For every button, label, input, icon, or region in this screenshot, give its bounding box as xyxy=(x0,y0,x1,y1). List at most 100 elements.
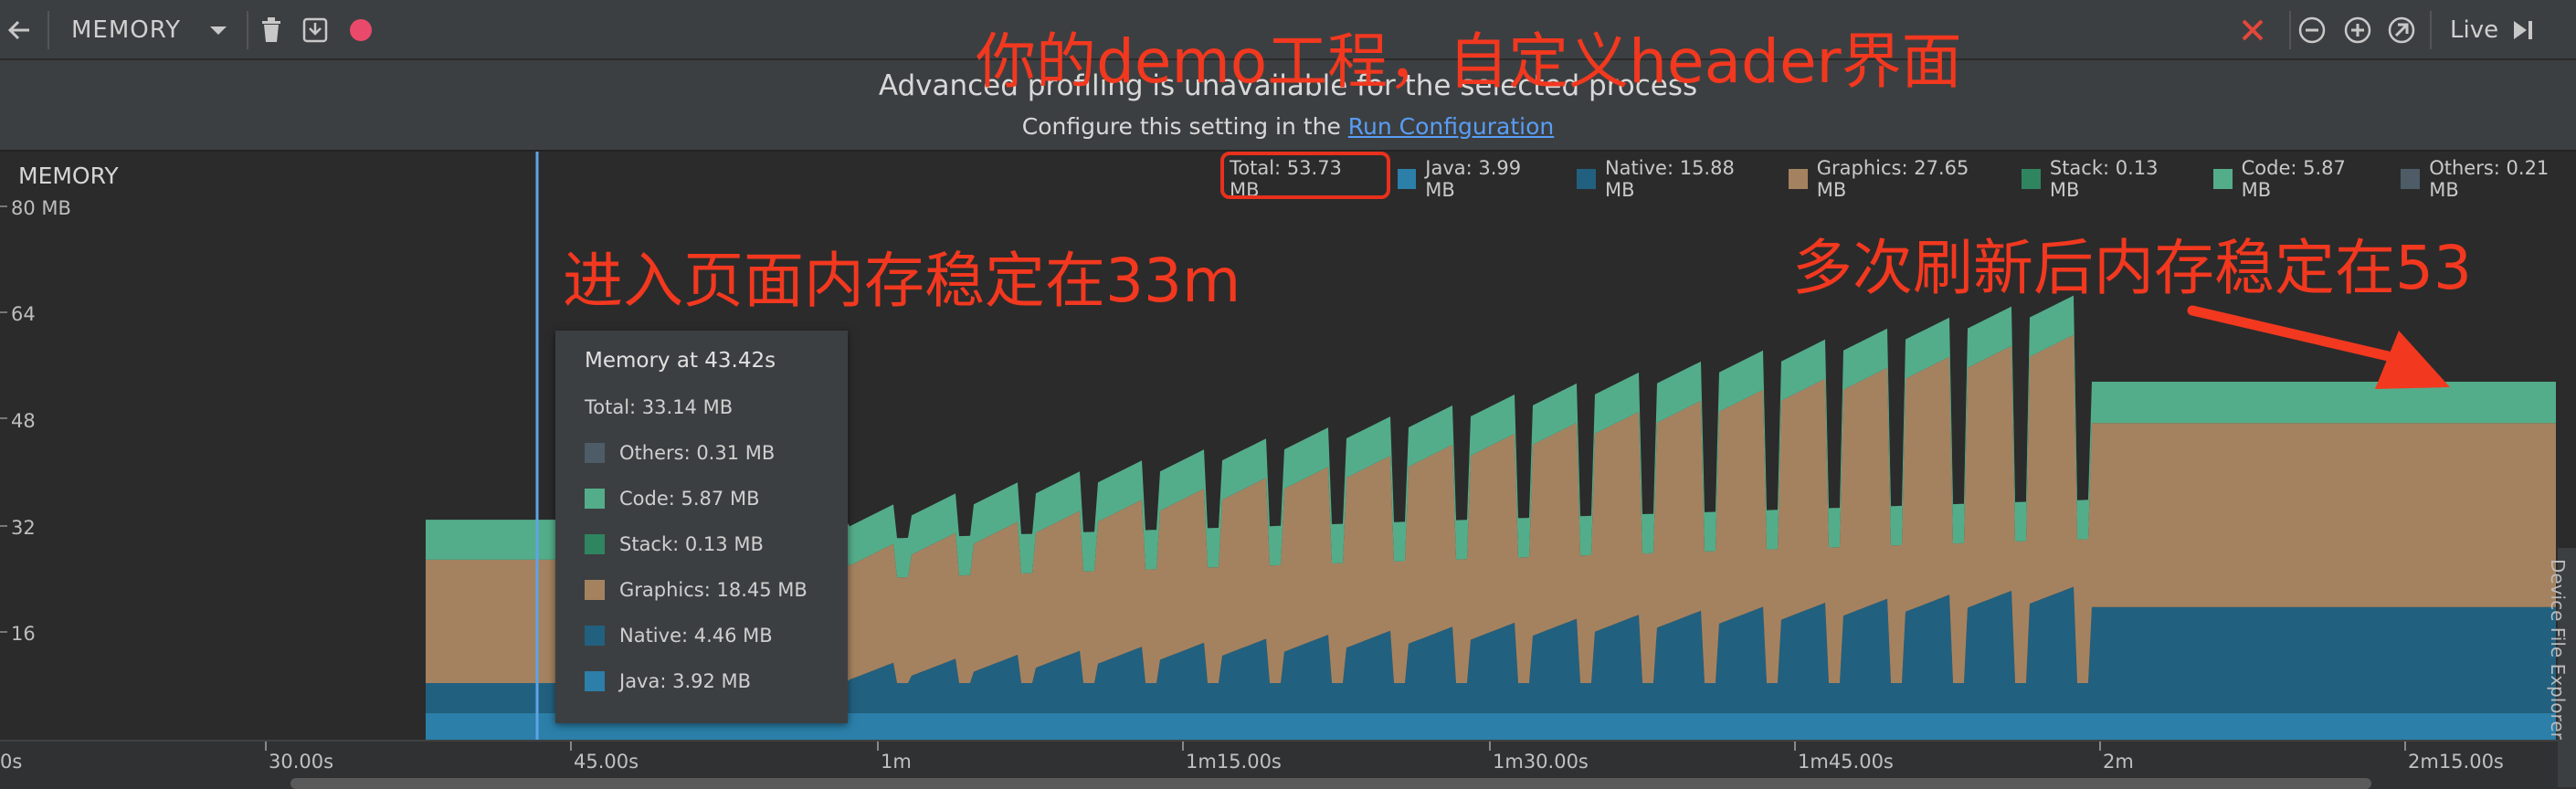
graphics-swatch xyxy=(1788,169,1808,189)
configure-prefix: Configure this setting in the xyxy=(1021,113,1348,140)
toolbar-divider xyxy=(2430,11,2432,49)
zoom-out-icon xyxy=(2298,16,2326,44)
x-tick-label: 1m45.00s xyxy=(1798,751,1894,773)
x-tick-mark xyxy=(1794,742,1796,751)
x-tick-mark xyxy=(2404,742,2406,751)
x-tick-mark xyxy=(2099,742,2101,751)
legend-graphics: Graphics: 27.65 MB xyxy=(1788,157,1994,201)
others-swatch xyxy=(585,443,605,463)
x-tick-label: 2m15.00s xyxy=(2408,751,2504,773)
session-selector[interactable]: MEMORY xyxy=(71,0,181,60)
go-live-button[interactable] xyxy=(2510,0,2536,60)
zoom-in-icon xyxy=(2344,16,2371,44)
tooltip-others-label: Others: 0.31 MB xyxy=(619,442,776,464)
java-swatch xyxy=(585,671,605,691)
x-tick-label: 30.00s xyxy=(269,751,334,773)
legend-stack-label: Stack: 0.13 MB xyxy=(2049,157,2159,201)
live-toggle[interactable]: Live xyxy=(2450,0,2498,60)
x-tick-label: 1m xyxy=(881,751,912,773)
chart-legend: Total: 53.73 MB Java: 3.99 MB Native: 15… xyxy=(1230,157,2576,201)
session-dropdown[interactable] xyxy=(208,0,228,60)
tooltip-total-label: Total: 33.14 MB xyxy=(585,396,734,418)
annotation-refresh: 多次刷新后内存稳定在53 xyxy=(1792,233,2472,303)
tooltip-native: Native: 4.46 MB xyxy=(585,625,773,647)
memory-tooltip: Memory at 43.42s Total: 33.14 MB Others:… xyxy=(555,331,848,723)
trash-icon xyxy=(262,17,280,42)
save-button[interactable] xyxy=(301,0,329,60)
legend-java: Java: 3.99 MB xyxy=(1397,157,1550,201)
play-to-end-icon xyxy=(2514,21,2532,39)
x-tick-label: 1m15.00s xyxy=(1186,751,1282,773)
back-arrow-icon xyxy=(7,20,29,40)
tooltip-code: Code: 5.87 MB xyxy=(585,488,759,510)
y-tick-16: 16 xyxy=(11,623,36,645)
save-icon xyxy=(302,17,328,43)
others-swatch xyxy=(2401,169,2421,189)
legend-native: Native: 15.88 MB xyxy=(1577,157,1761,201)
stack-swatch xyxy=(585,534,605,554)
banner-configure-line: Configure this setting in the Run Config… xyxy=(0,113,2576,140)
reset-zoom-icon xyxy=(2388,16,2415,44)
legend-others: Others: 0.21 MB xyxy=(2401,157,2576,201)
back-button[interactable] xyxy=(5,0,33,60)
tooltip-stack: Stack: 0.13 MB xyxy=(585,533,764,555)
y-tick-48: 48 xyxy=(11,410,36,432)
stop-button[interactable] xyxy=(2240,0,2265,60)
y-tick-32: 32 xyxy=(11,517,36,539)
tooltip-title: Memory at 43.42s xyxy=(585,349,776,373)
y-tick-64: 64 xyxy=(11,303,36,325)
tooltip-code-label: Code: 5.87 MB xyxy=(619,488,760,510)
tooltip-graphics-label: Graphics: 18.45 MB xyxy=(619,579,808,601)
run-configuration-link[interactable]: Run Configuration xyxy=(1348,113,1554,140)
legend-java-label: Java: 3.99 MB xyxy=(1425,157,1522,201)
annotation-header: 你的demo工程，自定义header界面 xyxy=(976,26,1962,97)
native-swatch xyxy=(585,626,605,646)
record-button[interactable] xyxy=(347,0,375,60)
tooltip-java: Java: 3.92 MB xyxy=(585,670,751,692)
live-label: Live xyxy=(2450,16,2499,44)
device-file-explorer-label: Device File Explorer xyxy=(2547,559,2569,740)
tooltip-java-label: Java: 3.92 MB xyxy=(619,670,752,692)
tooltip-others: Others: 0.31 MB xyxy=(585,442,775,464)
total-highlight-box xyxy=(1220,152,1390,199)
legend-native-label: Native: 15.88 MB xyxy=(1604,157,1735,201)
close-icon xyxy=(2242,19,2264,41)
tooltip-stack-label: Stack: 0.13 MB xyxy=(619,533,764,555)
x-tick-mark xyxy=(1489,742,1491,751)
reset-zoom-button[interactable] xyxy=(2386,0,2417,60)
legend-graphics-label: Graphics: 27.65 MB xyxy=(1816,157,1969,201)
legend-code: Code: 5.87 MB xyxy=(2212,157,2374,201)
code-swatch xyxy=(2212,169,2233,189)
tooltip-graphics: Graphics: 18.45 MB xyxy=(585,579,808,601)
x-tick-label: 45.00s xyxy=(574,751,639,773)
timeline-axis[interactable]: 0s 30.00s 45.00s 1m 1m15.00s 1m30.00s 1m… xyxy=(0,740,2576,789)
tooltip-total: Total: 33.14 MB xyxy=(585,396,733,418)
chevron-down-icon xyxy=(210,26,227,35)
legend-stack: Stack: 0.13 MB xyxy=(2022,157,2186,201)
tooltip-native-label: Native: 4.46 MB xyxy=(619,625,773,647)
chart-title: MEMORY xyxy=(18,163,119,189)
toolbar-divider xyxy=(48,11,49,49)
x-tick-label: 1m30.00s xyxy=(1493,751,1589,773)
zoom-in-button[interactable] xyxy=(2342,0,2373,60)
delete-button[interactable] xyxy=(259,0,283,60)
graphics-swatch xyxy=(585,580,605,600)
java-swatch xyxy=(1397,169,1417,189)
x-tick-mark xyxy=(877,742,879,751)
y-tick-80: 80 MB xyxy=(11,197,71,219)
code-swatch xyxy=(585,489,605,509)
toolbar-divider xyxy=(247,11,248,49)
zoom-out-button[interactable] xyxy=(2296,0,2328,60)
annotation-enter: 进入页面内存稳定在33m xyxy=(563,246,1241,316)
stack-swatch xyxy=(2022,169,2041,189)
x-tick-mark xyxy=(265,742,267,751)
native-swatch xyxy=(1577,169,1596,189)
toolbar-divider xyxy=(2289,11,2291,49)
x-tick-label: 0s xyxy=(0,751,23,773)
x-tick-mark xyxy=(570,742,572,751)
timeline-scrollbar[interactable] xyxy=(290,778,2371,789)
x-tick-label: 2m xyxy=(2103,751,2134,773)
legend-code-label: Code: 5.87 MB xyxy=(2241,157,2346,201)
session-label: MEMORY xyxy=(71,16,182,44)
legend-others-label: Others: 0.21 MB xyxy=(2429,157,2550,201)
